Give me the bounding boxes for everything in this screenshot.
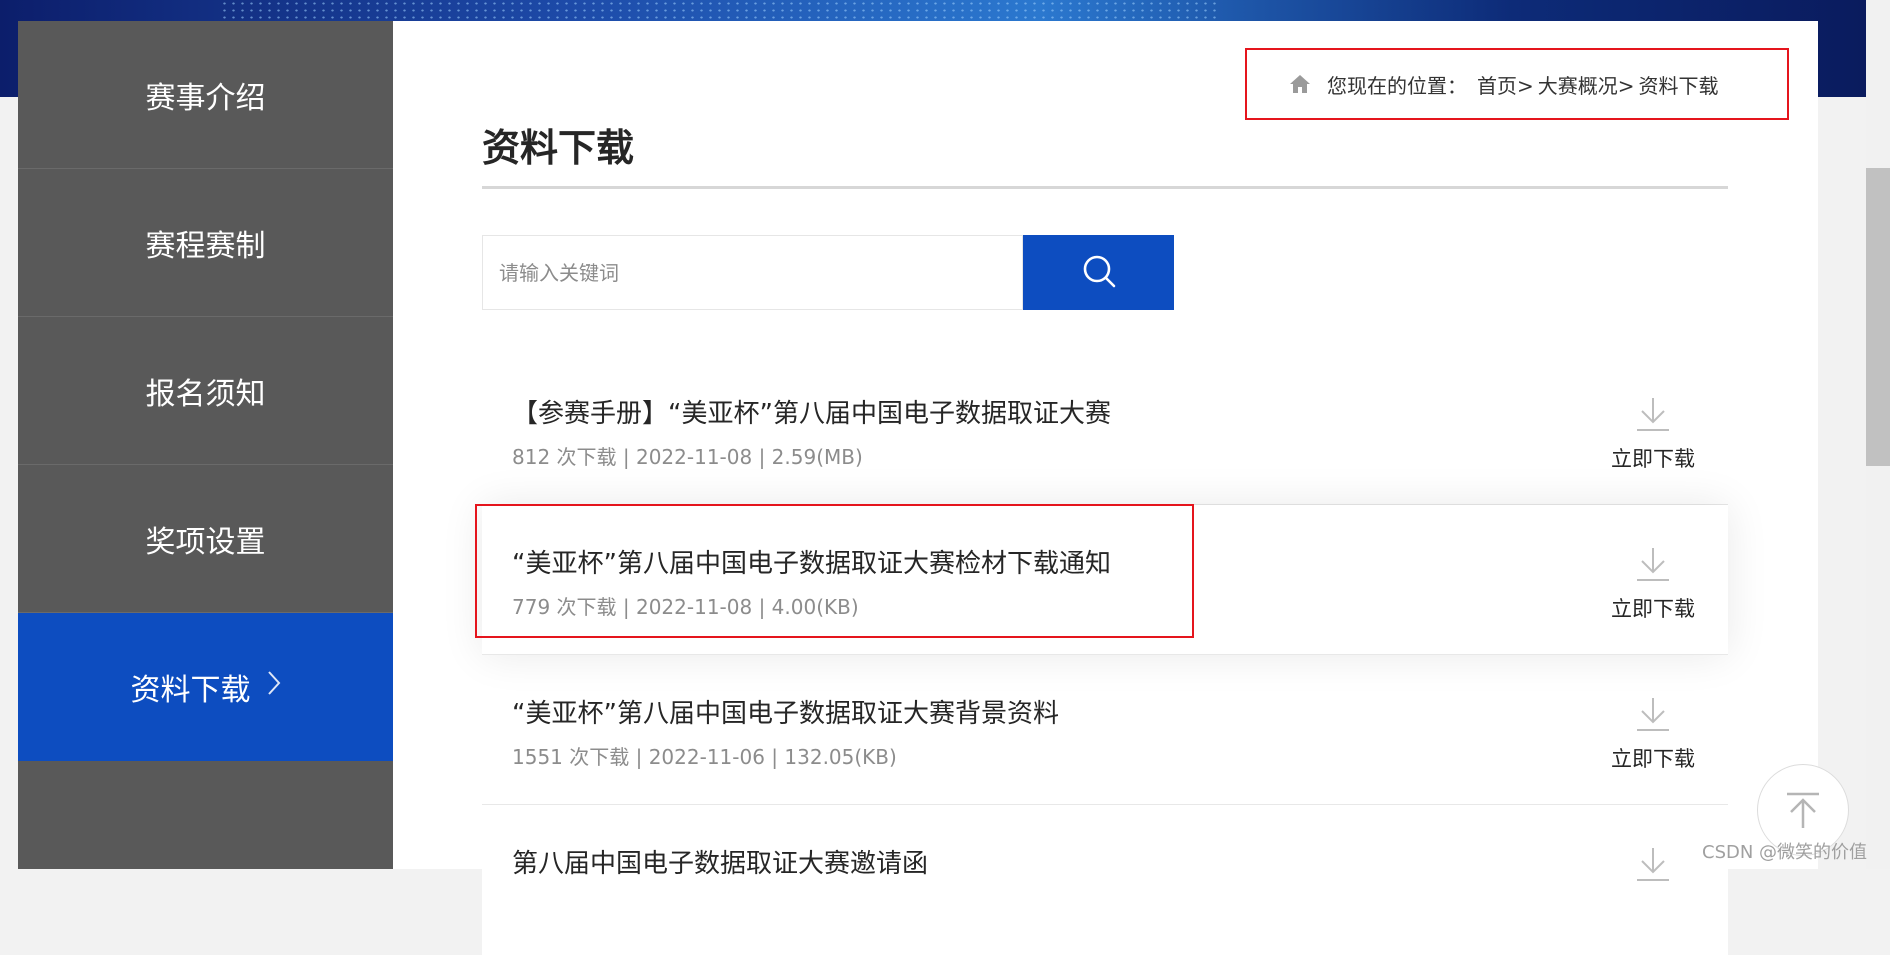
download-icon [1637,848,1669,881]
document-list: 【参赛手册】“美亚杯”第八届中国电子数据取证大赛 812 次下载 | 2022-… [482,355,1728,955]
document-title-link[interactable]: 第八届中国电子数据取证大赛邀请函 [512,843,928,880]
download-label: 立即下载 [1611,747,1695,771]
download-icon [1637,698,1669,731]
download-button[interactable]: 立即下载 [1608,695,1698,773]
document-title-link[interactable]: 【参赛手册】“美亚杯”第八届中国电子数据取证大赛 [512,393,1111,430]
sidebar-item-label: 报名须知 [145,376,266,412]
download-button[interactable]: 立即下载 [1608,545,1698,623]
arrow-up-icon [1787,792,1819,828]
download-label: 立即下载 [1611,447,1695,471]
banner-pattern [220,0,1220,22]
chevron-right-icon [267,670,281,703]
search-input[interactable] [482,235,1023,310]
document-title-link[interactable]: “美亚杯”第八届中国电子数据取证大赛检材下载通知 [512,543,1111,580]
download-button[interactable] [1608,845,1698,883]
document-meta: 812 次下载 | 2022-11-08 | 2.59(MB) [512,445,863,469]
document-title-link[interactable]: “美亚杯”第八届中国电子数据取证大赛背景资料 [512,693,1059,730]
watermark: CSDN @微笑的价值 [1702,842,1868,863]
list-item: “美亚杯”第八届中国电子数据取证大赛检材下载通知 779 次下载 | 2022-… [482,505,1728,655]
sidebar-item-competition-intro[interactable]: 赛事介绍 [18,21,393,169]
breadcrumb-prefix: 您现在的位置： [1327,73,1467,98]
breadcrumb-current: 资料下载 [1638,73,1719,98]
download-icon [1637,398,1669,431]
breadcrumb-overview-link[interactable]: 大赛概况> [1538,70,1635,99]
sidebar-item-schedule-format[interactable]: 赛程赛制 [18,169,393,317]
sidebar-item-label: 奖项设置 [145,524,266,560]
list-item: 第八届中国电子数据取证大赛邀请函 [482,805,1728,955]
scrollbar-thumb[interactable] [1866,168,1890,466]
sidebar-item-downloads[interactable]: 资料下载 [18,613,393,761]
document-meta: 1551 次下载 | 2022-11-06 | 132.05(KB) [512,745,897,769]
sidebar-item-label: 赛事介绍 [145,80,266,116]
download-icon [1637,548,1669,581]
search-bar [482,235,1174,310]
sidebar: 赛事介绍 赛程赛制 报名须知 奖项设置 资料下载 [18,21,393,869]
download-label: 立即下载 [1611,597,1695,621]
download-button[interactable]: 立即下载 [1608,395,1698,473]
home-icon[interactable] [1289,73,1311,95]
search-icon [1081,253,1117,293]
page-title: 资料下载 [482,126,635,170]
sidebar-item-registration[interactable]: 报名须知 [18,317,393,465]
sidebar-item-awards[interactable]: 奖项设置 [18,465,393,613]
breadcrumb: 您现在的位置： 首页> 大赛概况> 资料下载 [1245,48,1789,120]
title-divider [482,186,1728,189]
sidebar-item-label: 赛程赛制 [145,228,266,264]
list-item: “美亚杯”第八届中国电子数据取证大赛背景资料 1551 次下载 | 2022-1… [482,655,1728,805]
search-button[interactable] [1023,235,1174,310]
list-item: 【参赛手册】“美亚杯”第八届中国电子数据取证大赛 812 次下载 | 2022-… [482,355,1728,505]
sidebar-item-label: 资料下载 [130,672,251,708]
breadcrumb-home-link[interactable]: 首页> [1477,70,1534,99]
document-meta: 779 次下载 | 2022-11-08 | 4.00(KB) [512,595,859,619]
